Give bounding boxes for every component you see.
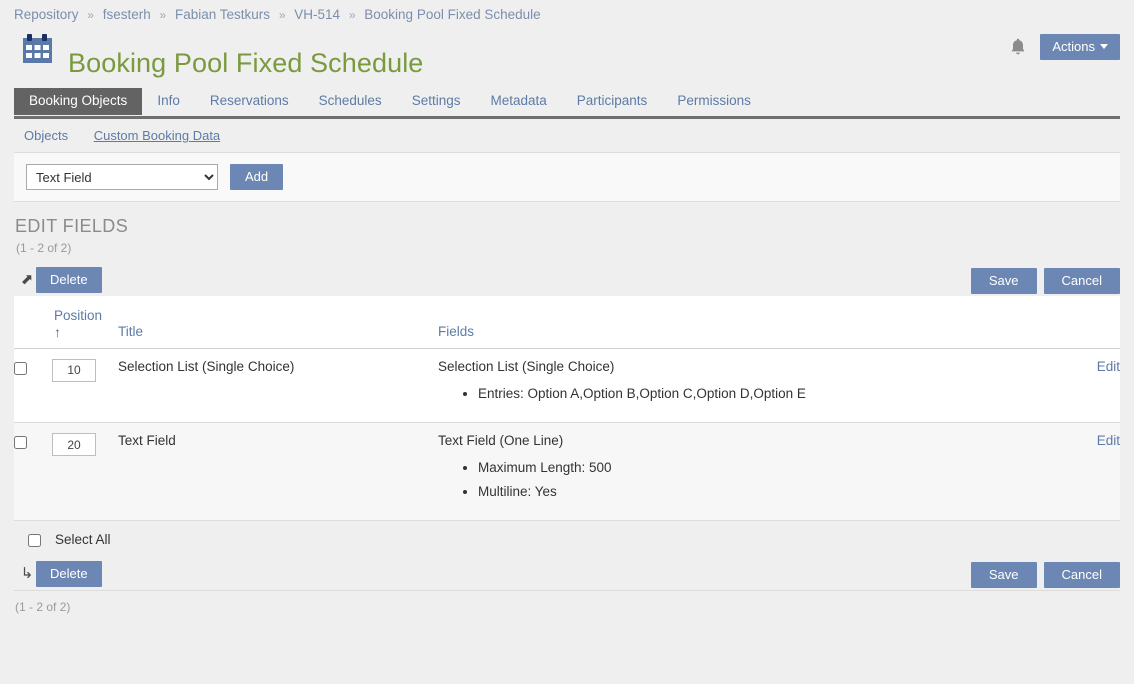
select-all-label: Select All (55, 532, 111, 547)
edit-link[interactable]: Edit (1097, 433, 1120, 448)
result-count-top: (1 - 2 of 2) (15, 237, 1120, 255)
edit-link[interactable]: Edit (1097, 359, 1120, 374)
row-checkbox[interactable] (14, 436, 27, 449)
fields-table: Position ↑ Title Fields Selection List (… (14, 296, 1120, 521)
select-all-checkbox[interactable] (28, 534, 41, 547)
apply-to-below-icon: ⬈ (14, 272, 36, 287)
column-position-label: Position (54, 308, 102, 323)
field-type-label: Selection List (Single Choice) (438, 359, 1000, 374)
row-fields-cell: Selection List (Single Choice) Entries: … (438, 348, 1000, 423)
column-select (14, 296, 52, 348)
table-actionbar-bottom: ↳ Delete Save Cancel (14, 557, 1120, 590)
row-actions-cell: Edit (1000, 348, 1120, 423)
row-title-cell: Selection List (Single Choice) (118, 348, 438, 423)
breadcrumb: Repository » fsesterh » Fabian Testkurs … (0, 0, 1134, 26)
actions-button-label: Actions (1052, 39, 1095, 54)
row-fields-cell: Text Field (One Line) Maximum Length: 50… (438, 423, 1000, 521)
field-type-select[interactable]: Text Field (26, 164, 218, 190)
row-select-cell (14, 348, 52, 423)
table-row: Selection List (Single Choice) Selection… (14, 348, 1120, 423)
breadcrumb-item-3[interactable]: VH-514 (294, 7, 340, 22)
field-property: Multiline: Yes (478, 483, 1000, 501)
fields-table-block: ⬈ Delete Save Cancel Position ↑ Title Fi… (14, 263, 1120, 590)
table-actionbar-top: ⬈ Delete Save Cancel (14, 263, 1120, 296)
column-fields[interactable]: Fields (438, 296, 1000, 348)
tab-schedules[interactable]: Schedules (304, 88, 397, 115)
sort-ascending-icon[interactable]: ↑ (54, 325, 118, 339)
delete-button-top[interactable]: Delete (36, 267, 102, 293)
column-position[interactable]: Position ↑ (52, 296, 118, 348)
save-button-bottom[interactable]: Save (971, 562, 1037, 588)
row-checkbox[interactable] (14, 362, 27, 375)
edit-fields-section: EDIT FIELDS (1 - 2 of 2) (14, 202, 1120, 257)
breadcrumb-separator: » (82, 8, 99, 22)
tab-permissions[interactable]: Permissions (662, 88, 766, 115)
add-button[interactable]: Add (230, 164, 283, 190)
save-cancel-group-bottom: Save Cancel (971, 562, 1120, 588)
save-cancel-group-top: Save Cancel (971, 268, 1120, 294)
result-count-bottom: (1 - 2 of 2) (14, 590, 1120, 614)
column-actions (1000, 296, 1120, 348)
save-button-top[interactable]: Save (971, 268, 1037, 294)
tab-settings[interactable]: Settings (397, 88, 476, 115)
main-tabs: Booking ObjectsInfoReservationsSchedules… (14, 88, 1120, 116)
row-position-cell (52, 348, 118, 423)
breadcrumb-separator: » (155, 8, 172, 22)
subtab-objects[interactable]: Objects (24, 128, 68, 143)
field-type-label: Text Field (One Line) (438, 433, 1000, 448)
breadcrumb-item-2[interactable]: Fabian Testkurs (175, 7, 270, 22)
table-header-row: Position ↑ Title Fields (14, 296, 1120, 348)
page-title: Booking Pool Fixed Schedule (68, 48, 423, 79)
subtab-custom-booking-data[interactable]: Custom Booking Data (94, 128, 220, 143)
tab-metadata[interactable]: Metadata (475, 88, 561, 115)
cancel-button-top[interactable]: Cancel (1044, 268, 1120, 294)
cancel-button-bottom[interactable]: Cancel (1044, 562, 1120, 588)
calendar-icon (21, 34, 54, 65)
select-all-row: Select All (14, 521, 1120, 557)
row-actions-cell: Edit (1000, 423, 1120, 521)
row-title-cell: Text Field (118, 423, 438, 521)
position-input[interactable] (52, 433, 96, 456)
tab-booking-objects[interactable]: Booking Objects (14, 88, 142, 115)
position-input[interactable] (52, 359, 96, 382)
breadcrumb-item-1[interactable]: fsesterh (103, 7, 151, 22)
breadcrumb-item-4[interactable]: Booking Pool Fixed Schedule (364, 7, 540, 22)
apply-to-above-icon: ↳ (14, 566, 36, 581)
bell-icon[interactable] (1010, 37, 1026, 57)
tab-participants[interactable]: Participants (562, 88, 663, 115)
breadcrumb-separator: » (344, 8, 361, 22)
delete-button-bottom[interactable]: Delete (36, 561, 102, 587)
add-field-toolbar: Text Field Add (14, 152, 1120, 202)
field-property: Maximum Length: 500 (478, 459, 1000, 477)
chevron-down-icon (1100, 44, 1108, 49)
field-property: Entries: Option A,Option B,Option C,Opti… (478, 385, 1000, 403)
actions-button[interactable]: Actions (1040, 34, 1120, 60)
sub-tabs: Objects Custom Booking Data (14, 119, 1120, 152)
tab-info[interactable]: Info (142, 88, 195, 115)
breadcrumb-item-0[interactable]: Repository (14, 7, 79, 22)
column-title[interactable]: Title (118, 296, 438, 348)
page-header: Booking Pool Fixed Schedule Actions (0, 26, 1134, 88)
row-position-cell (52, 423, 118, 521)
table-row: Text Field Text Field (One Line) Maximum… (14, 423, 1120, 521)
field-properties-list: Maximum Length: 500 Multiline: Yes (438, 459, 1000, 500)
row-select-cell (14, 423, 52, 521)
field-properties-list: Entries: Option A,Option B,Option C,Opti… (438, 385, 1000, 403)
header-actions: Actions (1010, 34, 1120, 60)
breadcrumb-separator: » (274, 8, 291, 22)
section-heading: EDIT FIELDS (15, 216, 1120, 237)
tab-reservations[interactable]: Reservations (195, 88, 304, 115)
